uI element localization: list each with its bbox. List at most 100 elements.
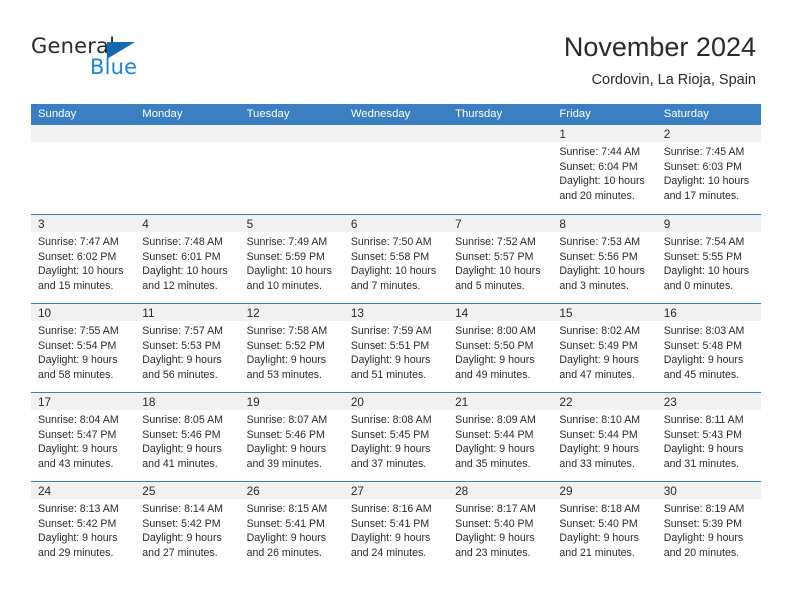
day-cell-5[interactable]: 5 Sunrise: 7:49 AM Sunset: 5:59 PM Daylight…	[239, 215, 344, 303]
day-detail-line: Sunrise: 7:53 AM	[559, 236, 641, 248]
day-cell-23[interactable]: 23 Sunrise: 8:11 AM Sunset: 5:43 PM Dayligh…	[656, 393, 761, 481]
day-cell-29[interactable]: 29 Sunrise: 8:18 AM Sunset: 5:40 PM Dayligh…	[552, 482, 657, 570]
day-number: 24	[38, 484, 52, 498]
day-number: 17	[38, 395, 52, 409]
day-number-band	[31, 125, 136, 142]
week-row: 1 Sunrise: 7:44 AM Sunset: 6:04 PM Daylight…	[31, 125, 761, 214]
day-detail-line: and 21 minutes.	[559, 546, 635, 559]
day-number-band: 30	[656, 482, 761, 499]
day-cell-25[interactable]: 25 Sunrise: 8:14 AM Sunset: 5:42 PM Dayligh…	[135, 482, 240, 570]
day-number: 26	[246, 484, 260, 498]
day-detail-line: Daylight: 9 hours	[455, 532, 535, 545]
day-detail-line: Sunrise: 8:18 AM	[559, 503, 641, 515]
day-number-band: 26	[239, 482, 344, 499]
day-detail-line: Sunset: 5:56 PM	[559, 250, 638, 263]
day-detail-line: Daylight: 10 hours	[350, 265, 437, 278]
day-cell-11[interactable]: 11 Sunrise: 7:57 AM Sunset: 5:53 PM Dayligh…	[135, 304, 240, 392]
weekday-header-friday: Friday	[559, 108, 591, 120]
day-cell-8[interactable]: 8 Sunrise: 7:53 AM Sunset: 5:56 PM Daylight…	[552, 215, 657, 303]
day-detail-line: Sunset: 6:01 PM	[142, 250, 221, 263]
day-cell-6[interactable]: 6 Sunrise: 7:50 AM Sunset: 5:58 PM Daylight…	[343, 215, 449, 303]
day-detail-line: Daylight: 10 hours	[559, 175, 645, 188]
day-detail-line: Daylight: 9 hours	[559, 532, 639, 545]
day-details: Sunrise: 7:52 AM Sunset: 5:57 PM Daylight:…	[448, 232, 552, 293]
day-detail-line: Daylight: 9 hours	[38, 443, 118, 456]
day-detail-line: Sunrise: 7:58 AM	[246, 325, 328, 337]
day-cell-16[interactable]: 16 Sunrise: 8:03 AM Sunset: 5:48 PM Dayligh…	[656, 304, 761, 392]
day-number: 9	[663, 217, 671, 231]
day-detail-line: Sunset: 5:59 PM	[246, 250, 325, 263]
day-number-band: 4	[135, 215, 240, 232]
calendar-page: General Blue November 2024 Cordovin, La …	[0, 0, 792, 612]
day-cell-1[interactable]: 1 Sunrise: 7:44 AM Sunset: 6:04 PM Daylight…	[552, 125, 657, 214]
day-cell-17[interactable]: 17 Sunrise: 8:04 AM Sunset: 5:47 PM Dayligh…	[31, 393, 136, 481]
day-details: Sunrise: 7:55 AM Sunset: 5:54 PM Daylight:…	[31, 321, 135, 382]
day-detail-line: Sunrise: 8:03 AM	[663, 325, 745, 337]
general-blue-logo[interactable]: General Blue	[31, 34, 281, 86]
day-cell-30[interactable]: 30 Sunrise: 8:19 AM Sunset: 5:39 PM Dayligh…	[656, 482, 761, 570]
day-detail-line: Sunrise: 8:07 AM	[246, 414, 328, 426]
day-cell-7[interactable]: 7 Sunrise: 7:52 AM Sunset: 5:57 PM Daylight…	[448, 215, 553, 303]
day-detail-line: Daylight: 10 hours	[38, 265, 124, 278]
day-details: Sunrise: 8:16 AM Sunset: 5:41 PM Daylight:…	[344, 499, 448, 560]
day-cell-19[interactable]: 19 Sunrise: 8:07 AM Sunset: 5:46 PM Dayligh…	[239, 393, 344, 481]
day-detail-line: Sunset: 5:51 PM	[350, 339, 430, 352]
day-number: 13	[350, 306, 364, 320]
day-detail-line: and 47 minutes.	[559, 368, 635, 381]
day-detail-line: Sunrise: 8:00 AM	[455, 325, 536, 337]
day-detail-line: Daylight: 10 hours	[455, 265, 541, 278]
day-cell-12[interactable]: 12 Sunrise: 7:58 AM Sunset: 5:52 PM Dayligh…	[239, 304, 344, 392]
day-cell-20[interactable]: 20 Sunrise: 8:08 AM Sunset: 5:45 PM Dayligh…	[343, 393, 449, 481]
day-detail-line: and 23 minutes.	[455, 546, 531, 559]
day-number: 12	[246, 306, 260, 320]
day-number-band: 22	[552, 393, 657, 410]
day-number-band: 13	[343, 304, 449, 321]
day-detail-line: and 27 minutes.	[142, 546, 218, 559]
day-detail-line: Daylight: 9 hours	[455, 354, 535, 367]
day-cell-9[interactable]: 9 Sunrise: 7:54 AM Sunset: 5:55 PM Daylight…	[656, 215, 761, 303]
day-cell-27[interactable]: 27 Sunrise: 8:16 AM Sunset: 5:41 PM Dayligh…	[343, 482, 449, 570]
day-cell-28[interactable]: 28 Sunrise: 8:17 AM Sunset: 5:40 PM Dayligh…	[448, 482, 553, 570]
day-detail-line: Sunset: 6:02 PM	[38, 250, 117, 263]
day-number: 4	[142, 217, 149, 231]
day-detail-line: and 12 minutes.	[142, 279, 218, 292]
day-number: 19	[246, 395, 260, 409]
week-row: 24 Sunrise: 8:13 AM Sunset: 5:42 PM Dayligh…	[31, 481, 761, 570]
day-cell-10[interactable]: 10 Sunrise: 7:55 AM Sunset: 5:54 PM Dayligh…	[31, 304, 136, 392]
day-detail-line: Sunrise: 8:17 AM	[455, 503, 536, 515]
day-cell-22[interactable]: 22 Sunrise: 8:10 AM Sunset: 5:44 PM Dayligh…	[552, 393, 657, 481]
day-detail-line: Daylight: 9 hours	[663, 354, 744, 367]
day-detail-line: and 10 minutes.	[246, 279, 322, 292]
day-cell-3[interactable]: 3 Sunrise: 7:47 AM Sunset: 6:02 PM Daylight…	[31, 215, 136, 303]
day-details: Sunrise: 7:45 AM Sunset: 6:03 PM Daylight:…	[657, 142, 761, 203]
day-number: 11	[142, 306, 155, 320]
day-number-band: 14	[448, 304, 553, 321]
day-detail-line: Daylight: 9 hours	[559, 354, 639, 367]
calendar-body: 1 Sunrise: 7:44 AM Sunset: 6:04 PM Daylight…	[31, 125, 761, 570]
day-details: Sunrise: 8:09 AM Sunset: 5:44 PM Daylight:…	[448, 410, 552, 471]
day-detail-line: Sunrise: 8:10 AM	[559, 414, 641, 426]
day-cell-13[interactable]: 13 Sunrise: 7:59 AM Sunset: 5:51 PM Dayligh…	[343, 304, 449, 392]
day-number: 8	[559, 217, 566, 231]
day-cell-26[interactable]: 26 Sunrise: 8:15 AM Sunset: 5:41 PM Dayligh…	[239, 482, 344, 570]
day-cell-2[interactable]: 2 Sunrise: 7:45 AM Sunset: 6:03 PM Daylight…	[656, 125, 761, 214]
day-number: 27	[350, 484, 364, 498]
day-detail-line: and 39 minutes.	[246, 457, 322, 470]
calendar-grid: Sunday Monday Tuesday Wednesday Thursday Frid…	[31, 104, 761, 570]
day-cell-4[interactable]: 4 Sunrise: 7:48 AM Sunset: 6:01 PM Daylight…	[135, 215, 240, 303]
day-detail-line: Daylight: 10 hours	[142, 265, 228, 278]
day-number-band	[135, 125, 240, 142]
day-detail-line: Sunset: 5:48 PM	[663, 339, 743, 352]
day-cell-14[interactable]: 14 Sunrise: 8:00 AM Sunset: 5:50 PM Dayligh…	[448, 304, 553, 392]
day-cell-15[interactable]: 15 Sunrise: 8:02 AM Sunset: 5:49 PM Dayligh…	[552, 304, 657, 392]
day-detail-line: and 5 minutes.	[455, 279, 525, 292]
day-details: Sunrise: 7:50 AM Sunset: 5:58 PM Daylight:…	[344, 232, 448, 293]
day-cell-empty	[448, 125, 553, 214]
day-details: Sunrise: 7:44 AM Sunset: 6:04 PM Daylight:…	[552, 142, 656, 203]
day-number-band: 23	[656, 393, 761, 410]
day-cell-18[interactable]: 18 Sunrise: 8:05 AM Sunset: 5:46 PM Dayligh…	[135, 393, 240, 481]
day-cell-24[interactable]: 24 Sunrise: 8:13 AM Sunset: 5:42 PM Dayligh…	[31, 482, 136, 570]
day-cell-21[interactable]: 21 Sunrise: 8:09 AM Sunset: 5:44 PM Dayligh…	[448, 393, 553, 481]
day-number-band: 1	[552, 125, 657, 142]
page-subtitle: Cordovin, La Rioja, Spain	[591, 72, 756, 88]
